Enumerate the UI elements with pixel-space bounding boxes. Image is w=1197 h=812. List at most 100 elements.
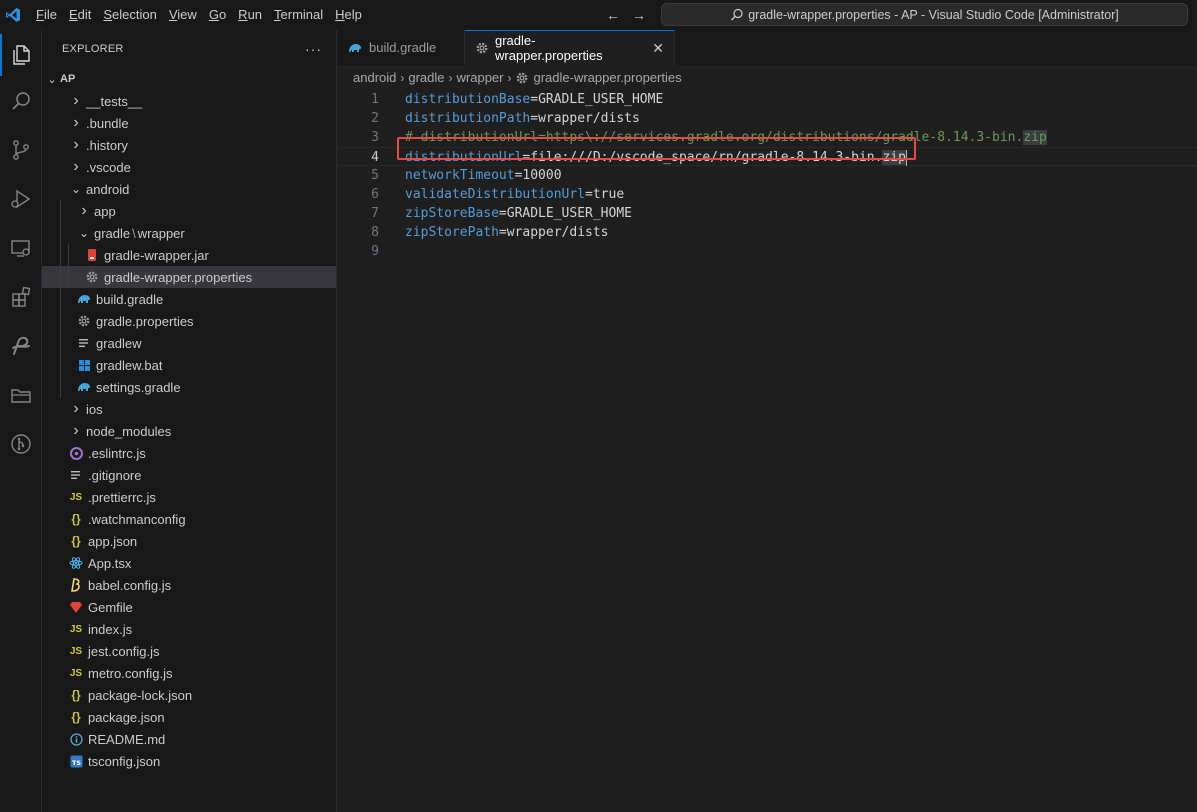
- menu-file[interactable]: File: [30, 0, 63, 30]
- chevron-right-icon: ›: [73, 422, 79, 439]
- tree-item-tsconfig-json[interactable]: TS tsconfig.json: [42, 750, 336, 772]
- property-value: true: [592, 187, 625, 202]
- tree-item-readme-md[interactable]: README.md: [42, 728, 336, 750]
- tree-item-label: gradlew: [96, 335, 142, 351]
- breadcrumb-item[interactable]: gradle: [408, 70, 444, 85]
- tree-item-gradle[interactable]: ⌄ gradle \ wrapper: [42, 222, 336, 244]
- close-icon[interactable]: ✕: [652, 40, 664, 57]
- javascript-icon: JS: [69, 667, 83, 679]
- javascript-icon: JS: [69, 623, 83, 635]
- tree-item-metro-config-js[interactable]: JS metro.config.js: [42, 662, 336, 684]
- svg-text:TS: TS: [71, 759, 80, 767]
- menu-terminal[interactable]: Terminal: [268, 0, 329, 30]
- breadcrumb-item[interactable]: gradle-wrapper.properties: [515, 70, 682, 85]
- run-debug-icon[interactable]: [0, 178, 42, 220]
- tree-item-gemfile[interactable]: Gemfile: [42, 596, 336, 618]
- tab-build-gradle[interactable]: build.gradle: [337, 30, 465, 65]
- menu-go[interactable]: Go: [203, 0, 232, 30]
- git-graph-icon[interactable]: [0, 423, 42, 465]
- chevron-right-icon: ›: [73, 400, 79, 417]
- equals-sign: =: [530, 92, 539, 107]
- code-line[interactable]: 4 distributionUrl=file:///D:/vscode_space…: [337, 147, 1197, 166]
- code-line[interactable]: 5 networkTimeout=10000: [337, 166, 1197, 185]
- code-line[interactable]: 8 zipStorePath=wrapper/dists: [337, 223, 1197, 242]
- property-value: file:///D:/vscode_space/rn/gradle-8.14.3…: [530, 150, 883, 165]
- vscode-logo-icon[interactable]: [0, 0, 26, 30]
- tree-item-label: .vscode: [86, 159, 131, 175]
- tree-item-label: gradle-wrapper.jar: [104, 247, 209, 263]
- menu-run[interactable]: Run: [232, 0, 268, 30]
- property-key: networkTimeout: [405, 168, 515, 183]
- breadcrumb-item[interactable]: wrapper: [457, 70, 504, 85]
- breadcrumb-item[interactable]: android: [353, 70, 396, 85]
- remote-explorer-icon[interactable]: [0, 227, 42, 269]
- property-value: GRADLE_USER_HOME: [538, 92, 664, 107]
- explorer-icon[interactable]: [0, 34, 42, 76]
- code-line[interactable]: 3 # distributionUrl=https\://services.gra…: [337, 128, 1197, 147]
- tree-item-label: .prettierrc.js: [88, 489, 156, 505]
- menu-view[interactable]: View: [163, 0, 203, 30]
- tree-item-app[interactable]: › app: [42, 200, 336, 222]
- prettier-icon[interactable]: [0, 325, 42, 367]
- code-line[interactable]: 2 distributionPath=wrapper/dists: [337, 109, 1197, 128]
- tree-item-prettierrc-js[interactable]: JS .prettierrc.js: [42, 486, 336, 508]
- indent-guide: [60, 376, 61, 398]
- tree-item-jest-config-js[interactable]: JS jest.config.js: [42, 640, 336, 662]
- tree-item-app-json[interactable]: {} app.json: [42, 530, 336, 552]
- line-number: 8: [371, 225, 379, 240]
- tab-gradle-wrapper-properties[interactable]: gradle-wrapper.properties ✕: [465, 30, 675, 65]
- tree-item-ios[interactable]: › ios: [42, 398, 336, 420]
- gear-icon: [76, 310, 92, 332]
- tree-item-app-tsx[interactable]: App.tsx: [42, 552, 336, 574]
- tree-item-eslintrc-js[interactable]: .eslintrc.js: [42, 442, 336, 464]
- project-manager-icon[interactable]: [0, 374, 42, 416]
- menu-selection[interactable]: Selection: [97, 0, 162, 30]
- forward-arrow-icon[interactable]: →: [628, 5, 650, 25]
- tree-item-gradlew-bat[interactable]: gradlew.bat: [42, 354, 336, 376]
- extensions-icon[interactable]: [0, 276, 42, 318]
- tree-item-history[interactable]: › .history: [42, 134, 336, 156]
- tree-item-babel-config-js[interactable]: babel.config.js: [42, 574, 336, 596]
- tree-root-ap[interactable]: ⌄ AP: [42, 68, 336, 90]
- property-key: distributionUrl: [405, 150, 523, 165]
- tab-label: gradle-wrapper.properties: [495, 33, 603, 63]
- indent-guide: [60, 332, 61, 354]
- back-arrow-icon[interactable]: ←: [602, 5, 624, 25]
- tree-item-label: node_modules: [86, 423, 172, 439]
- tree-item-watchmanconfig[interactable]: {} .watchmanconfig: [42, 508, 336, 530]
- source-control-icon[interactable]: [0, 129, 42, 171]
- explorer-sidebar: EXPLORER ··· ⌄ AP › __tests__ › .bundle › .hi…: [42, 30, 337, 812]
- indent-guide: [60, 200, 61, 222]
- command-center[interactable]: gradle-wrapper.properties - AP - Visual …: [661, 3, 1188, 26]
- tree-item-bundle[interactable]: › .bundle: [42, 112, 336, 134]
- search-icon[interactable]: [0, 80, 42, 122]
- tree-item-label: gradle: [94, 225, 131, 241]
- tree-item-gradle-wrapper-properties[interactable]: gradle-wrapper.properties: [42, 266, 336, 288]
- tree-item-label: package.json: [88, 709, 165, 725]
- tree-item-node-modules[interactable]: › node_modules: [42, 420, 336, 442]
- tree-item-gradle-wrapper-jar[interactable]: gradle-wrapper.jar: [42, 244, 336, 266]
- tree-item-package-lock-json[interactable]: {} package-lock.json: [42, 684, 336, 706]
- code-line[interactable]: 1 distributionBase=GRADLE_USER_HOME: [337, 90, 1197, 109]
- tree-item-vscode[interactable]: › .vscode: [42, 156, 336, 178]
- tree-item-gradlew[interactable]: gradlew: [42, 332, 336, 354]
- more-actions-icon[interactable]: ···: [305, 41, 322, 57]
- tree-item-settings-gradle[interactable]: settings.gradle: [42, 376, 336, 398]
- json-icon: {}: [71, 688, 81, 702]
- code-line[interactable]: 6 validateDistributionUrl=true: [337, 185, 1197, 204]
- tree-item-tests[interactable]: › __tests__: [42, 90, 336, 112]
- root-folder-label: AP: [60, 73, 76, 85]
- code-line[interactable]: 7 zipStoreBase=GRADLE_USER_HOME: [337, 204, 1197, 223]
- tree-item-index-js[interactable]: JS index.js: [42, 618, 336, 640]
- code-line[interactable]: 9: [337, 242, 1197, 261]
- tree-item-package-json[interactable]: {} package.json: [42, 706, 336, 728]
- menu-edit[interactable]: Edit: [63, 0, 97, 30]
- menu-help[interactable]: Help: [329, 0, 368, 30]
- property-key: distributionBase: [405, 92, 531, 107]
- tree-item-gradle-properties[interactable]: gradle.properties: [42, 310, 336, 332]
- activity-bar: [0, 30, 42, 812]
- tree-item-build-gradle[interactable]: build.gradle: [42, 288, 336, 310]
- code-editor[interactable]: 1 distributionBase=GRADLE_USER_HOME 2 distr…: [337, 90, 1197, 261]
- tree-item-gitignore[interactable]: .gitignore: [42, 464, 336, 486]
- tree-item-android[interactable]: ⌄ android: [42, 178, 336, 200]
